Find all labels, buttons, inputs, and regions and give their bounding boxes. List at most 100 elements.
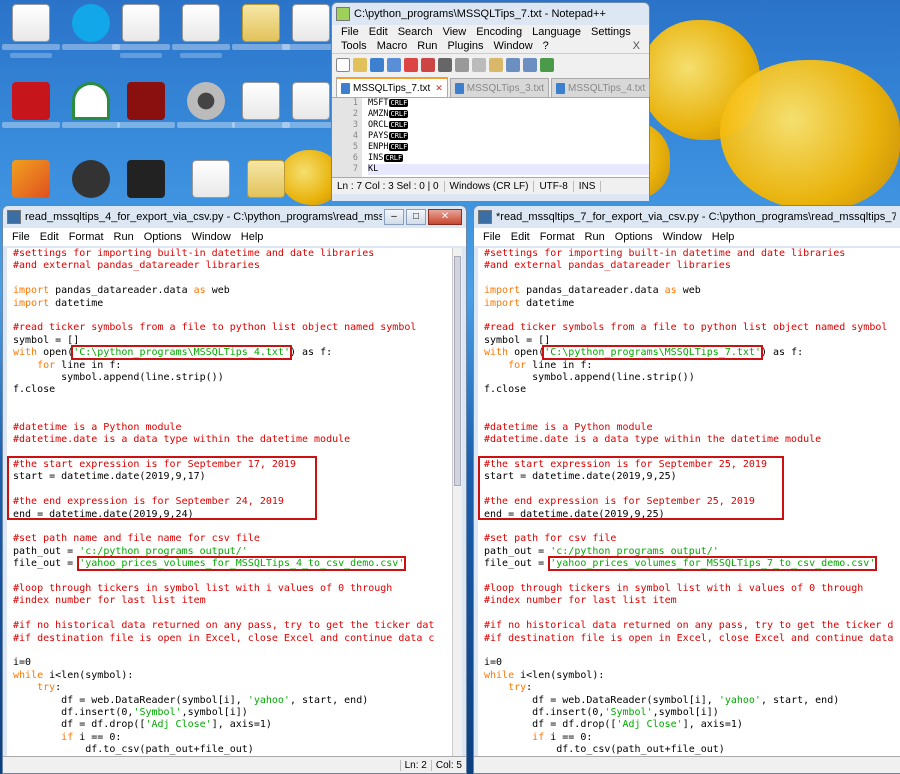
menu-help[interactable]: Help [707, 230, 740, 244]
app-icon [292, 4, 330, 42]
menu-window[interactable]: Window [489, 39, 538, 53]
menu-options[interactable]: Options [610, 230, 658, 244]
save-all-icon[interactable] [387, 57, 401, 72]
menu-language[interactable]: Language [527, 25, 586, 39]
menu-edit[interactable]: Edit [506, 230, 535, 244]
menu-format[interactable]: Format [535, 230, 580, 244]
eol-format: Windows (CR LF) [445, 180, 535, 192]
idle-editor-left: read_mssqltips_4_for_export_via_csv.py -… [2, 205, 467, 774]
line-number: 4 [352, 131, 358, 141]
find-icon[interactable] [540, 57, 554, 72]
menu-view[interactable]: View [438, 25, 472, 39]
notepadpp-window: C:\python_programs\MSSQLTips_7.txt - Not… [331, 2, 651, 202]
menu-encoding[interactable]: Encoding [471, 25, 527, 39]
menu-run[interactable]: Run [580, 230, 610, 244]
network-icon [72, 82, 110, 120]
code-editor[interactable]: #settings for importing built-in datetim… [7, 248, 452, 756]
desktop-icon-pdf[interactable] [0, 0, 60, 68]
menu-edit[interactable]: Edit [35, 230, 64, 244]
menu-file[interactable]: File [478, 230, 506, 244]
tab-mssqltips-3[interactable]: MSSQLTips_3.txt [449, 78, 550, 97]
line-number: 1 [352, 98, 358, 108]
document-icon [242, 82, 280, 120]
editor-line: PAYS CRLF [368, 131, 409, 141]
menu-tools[interactable]: Tools [336, 39, 372, 53]
input-file-path-highlight: 'C:\python_programs\MSSQLTips_4.txt' [71, 345, 292, 361]
minimize-button[interactable]: – [384, 209, 404, 225]
maximize-button[interactable]: □ [406, 209, 426, 225]
eol-marker: CRLF [384, 154, 404, 162]
close-all-icon[interactable] [421, 57, 435, 72]
notepadpp-editor[interactable]: 1 2 3 4 5 6 7 MSFT CRLF AMZN CRLF ORCL CRLF… [332, 97, 649, 177]
skype-icon [72, 4, 110, 42]
desktop-icon-app[interactable] [115, 78, 175, 146]
menu-window[interactable]: Window [187, 230, 236, 244]
menu-search[interactable]: Search [393, 25, 438, 39]
line-number: 7 [352, 164, 358, 174]
eol-marker: CRLF [389, 99, 409, 107]
open-file-icon[interactable] [353, 57, 367, 72]
cut-icon[interactable] [455, 57, 469, 72]
notepadpp-titlebar[interactable]: C:\python_programs\MSSQLTips_7.txt - Not… [332, 3, 649, 25]
output-file-name-highlight: 'yahoo_prices_volumes_for_MSSQLTips_7_to… [548, 556, 878, 572]
line-number-gutter: 1 2 3 4 5 6 7 [332, 98, 362, 177]
encoding: UTF-8 [534, 180, 574, 192]
close-button[interactable]: ✕ [428, 209, 462, 225]
close-document-button[interactable]: X [628, 39, 645, 53]
idle-right-titlebar[interactable]: *read_mssqltips_7_for_export_via_csv.py … [474, 206, 900, 228]
idle-left-titlebar[interactable]: read_mssqltips_4_for_export_via_csv.py -… [3, 206, 466, 228]
desktop [0, 0, 340, 205]
print-icon[interactable] [438, 57, 452, 72]
file-icon [341, 82, 350, 94]
desktop-icon-webcam[interactable] [175, 78, 235, 146]
editor-lines: MSFT CRLF AMZN CRLF ORCL CRLF PAYS CRLF ENPH… [362, 98, 649, 177]
close-tab-icon[interactable]: ✕ [435, 83, 443, 94]
window-title: *read_mssqltips_7_for_export_via_csv.py … [496, 211, 896, 223]
undo-icon[interactable] [506, 57, 520, 72]
desktop-icon-network[interactable] [60, 78, 120, 146]
close-file-icon[interactable] [404, 57, 418, 72]
paste-icon[interactable] [489, 57, 503, 72]
menu-settings[interactable]: Settings [586, 25, 636, 39]
menu-window[interactable]: Window [658, 230, 707, 244]
menu-edit[interactable]: Edit [364, 25, 393, 39]
eol-marker: CRLF [389, 132, 409, 140]
tab-mssqltips-4[interactable]: MSSQLTips_4.txt [551, 78, 651, 97]
desktop-icon-acrobat[interactable] [0, 78, 60, 146]
line-number: 2 [352, 109, 358, 119]
eol-marker: CRLF [389, 121, 409, 129]
python-file-icon [7, 210, 21, 224]
notepadpp-toolbar [332, 53, 649, 75]
scrollbar-thumb[interactable] [454, 256, 461, 486]
copy-icon[interactable] [472, 57, 486, 72]
media-icon [127, 160, 165, 198]
menu-run[interactable]: Run [109, 230, 139, 244]
save-icon[interactable] [370, 57, 384, 72]
menu-format[interactable]: Format [64, 230, 109, 244]
menu-file[interactable]: File [336, 25, 364, 39]
new-file-icon[interactable] [336, 57, 350, 72]
menu-plugins[interactable]: Plugins [442, 39, 488, 53]
folder-icon [247, 160, 285, 198]
input-file-path-highlight: 'C:\python_programs\MSSQLTips_7.txt' [542, 345, 763, 361]
menu-run[interactable]: Run [412, 39, 442, 53]
tab-mssqltips-7[interactable]: MSSQLTips_7.txt ✕ [336, 77, 448, 97]
desktop-icon-document[interactable] [110, 0, 170, 68]
vertical-scrollbar[interactable] [452, 248, 462, 756]
menu-macro[interactable]: Macro [372, 39, 413, 53]
insert-mode: INS [574, 180, 602, 192]
eol-marker: CRLF [389, 143, 409, 151]
editor-line: AMZN CRLF [368, 109, 409, 119]
app-icon [127, 82, 165, 120]
redo-icon[interactable] [523, 57, 537, 72]
desktop-icon-document[interactable] [170, 0, 230, 68]
menu-file[interactable]: File [7, 230, 35, 244]
editor-line-current: KL [368, 164, 649, 175]
document-icon [192, 160, 230, 198]
menu-help[interactable]: ? [538, 39, 554, 53]
code-editor[interactable]: #settings for importing built-in datetim… [478, 248, 900, 756]
line-number: 3 [352, 120, 358, 130]
menu-help[interactable]: Help [236, 230, 269, 244]
notepadpp-menubar: File Edit Search View Encoding Language … [332, 25, 649, 53]
menu-options[interactable]: Options [139, 230, 187, 244]
